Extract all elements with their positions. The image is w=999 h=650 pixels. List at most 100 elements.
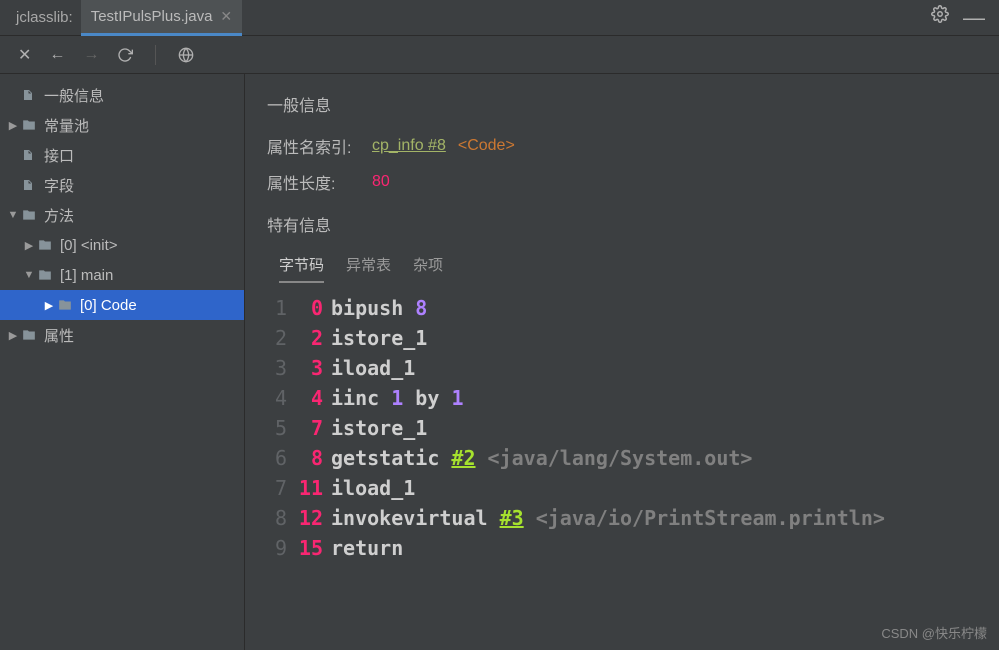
expand-arrow-icon[interactable]: ▶	[4, 329, 22, 342]
expand-arrow-icon[interactable]: ▶	[20, 239, 38, 252]
code-tag: <Code>	[458, 137, 515, 155]
folder-icon	[38, 268, 56, 282]
close-panel-icon[interactable]: ✕	[18, 45, 31, 65]
bc-token: getstatic	[331, 443, 451, 473]
tab-bytecode[interactable]: 字节码	[279, 254, 324, 283]
bc-token: istore_1	[331, 323, 427, 353]
pc-offset: 4	[295, 383, 331, 413]
tree-item[interactable]: ▼ [1] main	[0, 260, 244, 290]
attr-name-label: 属性名索引:	[267, 134, 362, 158]
titlebar: jclasslib: TestIPulsPlus.java ✕ —	[0, 0, 999, 36]
bytecode-line: 812invokevirtual #3 <java/io/PrintStream…	[267, 503, 999, 533]
cp-info-link[interactable]: cp_info #8	[372, 137, 446, 155]
section-general-info: 一般信息	[267, 92, 999, 116]
tab-exception-table[interactable]: 异常表	[346, 254, 391, 283]
expand-arrow-icon[interactable]: ▼	[4, 209, 22, 221]
folder-icon	[22, 208, 40, 222]
expand-arrow-icon[interactable]: ▼	[20, 269, 38, 281]
pc-offset: 2	[295, 323, 331, 353]
expand-arrow-icon[interactable]: ▶	[4, 119, 22, 132]
bytecode-line: 68getstatic #2 <java/lang/System.out>	[267, 443, 999, 473]
tree-item-label: [0] <init>	[56, 237, 118, 254]
toolbar: ✕ ← →	[0, 36, 999, 74]
pc-offset: 15	[295, 533, 331, 563]
tree-item-label: 常量池	[40, 115, 89, 136]
cp-ref-link[interactable]: #2	[451, 443, 475, 473]
gear-icon[interactable]	[931, 5, 949, 31]
folder-icon	[22, 328, 40, 342]
tree-item-label: [1] main	[56, 267, 113, 284]
bc-token: istore_1	[331, 413, 427, 443]
bytecode-line: 10bipush 8	[267, 293, 999, 323]
tree-item-label: 方法	[40, 205, 74, 226]
bc-token: by	[403, 383, 451, 413]
bytecode-line: 57istore_1	[267, 413, 999, 443]
tree-item[interactable]: ▶ [0] Code	[0, 290, 244, 320]
file-tab[interactable]: TestIPulsPlus.java ✕	[81, 0, 242, 36]
attr-length-row: 属性长度: 80	[267, 170, 999, 194]
line-number: 6	[267, 443, 295, 473]
minimize-icon[interactable]: —	[963, 5, 985, 31]
bytecode-listing: 10bipush 822istore_133iload_144iinc 1 by…	[267, 293, 999, 563]
bytecode-line: 711iload_1	[267, 473, 999, 503]
attr-length-value: 80	[372, 173, 390, 191]
bc-token: invokevirtual	[331, 503, 500, 533]
tree-item-label: 属性	[40, 325, 74, 346]
web-icon[interactable]	[178, 47, 194, 63]
tree-item[interactable]: 字段	[0, 170, 244, 200]
pc-offset: 11	[295, 473, 331, 503]
line-number: 5	[267, 413, 295, 443]
line-number: 1	[267, 293, 295, 323]
pc-offset: 8	[295, 443, 331, 473]
tree-item[interactable]: ▶ [0] <init>	[0, 230, 244, 260]
attr-name-row: 属性名索引: cp_info #8 <Code>	[267, 134, 999, 158]
bc-token: <java/lang/System.out>	[476, 443, 753, 473]
tree-item[interactable]: 一般信息	[0, 80, 244, 110]
bc-token: <java/io/PrintStream.println>	[524, 503, 885, 533]
line-number: 4	[267, 383, 295, 413]
pc-offset: 3	[295, 353, 331, 383]
expand-arrow-icon[interactable]: ▶	[40, 299, 58, 312]
file-icon	[22, 88, 40, 102]
tree-item[interactable]: ▶ 属性	[0, 320, 244, 350]
line-number: 3	[267, 353, 295, 383]
tree-item-label: [0] Code	[76, 297, 137, 314]
bc-token: iload_1	[331, 353, 415, 383]
tree-item-label: 字段	[40, 175, 74, 196]
app-name: jclasslib:	[8, 9, 81, 26]
bc-token: 1	[451, 383, 463, 413]
tree-item[interactable]: ▼ 方法	[0, 200, 244, 230]
line-number: 9	[267, 533, 295, 563]
content-panel: 一般信息 属性名索引: cp_info #8 <Code> 属性长度: 80 特…	[245, 74, 999, 650]
line-number: 2	[267, 323, 295, 353]
bc-token: bipush	[331, 293, 415, 323]
bc-token: return	[331, 533, 403, 563]
tree-sidebar: 一般信息▶常量池接口字段▼方法▶[0] <init>▼[1] main▶[0] …	[0, 74, 245, 650]
bytecode-line: 44iinc 1 by 1	[267, 383, 999, 413]
tree-item[interactable]: 接口	[0, 140, 244, 170]
tab-title: TestIPulsPlus.java	[91, 8, 213, 25]
folder-icon	[58, 298, 76, 312]
bc-token: 1	[391, 383, 403, 413]
back-icon[interactable]: ←	[49, 46, 65, 64]
pc-offset: 0	[295, 293, 331, 323]
pc-offset: 12	[295, 503, 331, 533]
pc-offset: 7	[295, 413, 331, 443]
folder-icon	[22, 118, 40, 132]
refresh-icon[interactable]	[117, 47, 133, 63]
bytecode-line: 22istore_1	[267, 323, 999, 353]
line-number: 7	[267, 473, 295, 503]
tab-misc[interactable]: 杂项	[413, 254, 443, 283]
bc-token: iload_1	[331, 473, 415, 503]
section-specific-info: 特有信息	[267, 212, 999, 236]
watermark: CSDN @快乐柠檬	[881, 623, 987, 642]
bytecode-line: 33iload_1	[267, 353, 999, 383]
bytecode-line: 915return	[267, 533, 999, 563]
forward-icon[interactable]: →	[83, 46, 99, 64]
file-icon	[22, 178, 40, 192]
tree-item[interactable]: ▶ 常量池	[0, 110, 244, 140]
cp-ref-link[interactable]: #3	[500, 503, 524, 533]
tree-item-label: 一般信息	[40, 85, 104, 106]
close-icon[interactable]: ✕	[220, 8, 232, 25]
sub-tabs: 字节码 异常表 杂项	[279, 254, 999, 283]
